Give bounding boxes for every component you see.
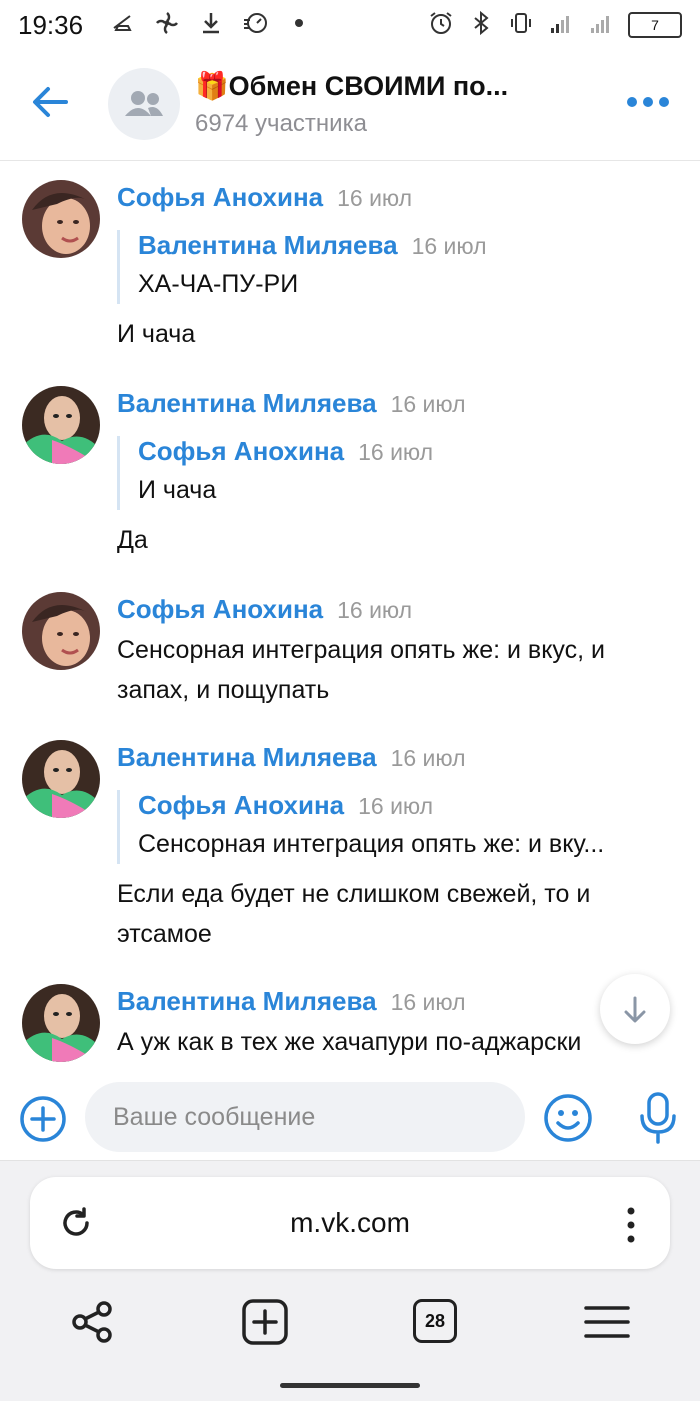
microphone-icon[interactable] xyxy=(636,1090,680,1146)
message-text: А уж как в тех же хачапури по-аджарски xyxy=(117,1028,582,1056)
browser-toolbar: m.vk.com 28 xyxy=(0,1160,700,1401)
download-icon xyxy=(203,13,219,34)
scroll-down-button[interactable] xyxy=(600,974,670,1044)
address-bar[interactable]: m.vk.com xyxy=(30,1177,670,1269)
chat-header: 🎁Обмен СВОИМИ по... 6974 участника xyxy=(0,50,700,161)
message: Софья Анохина 16 июл Сенсорная интеграция… xyxy=(0,592,700,712)
message-text: Да xyxy=(117,526,148,554)
quote-text: Сенсорная интеграция опять же: и вку... xyxy=(138,830,605,858)
quote-author: Софья Анохина 16 июл xyxy=(138,436,434,466)
message-author[interactable]: Софья Анохина 16 июл xyxy=(117,182,412,213)
reply-quote[interactable]: Софья Анохина 16 июл И чача xyxy=(117,436,680,510)
message-date: 16 июл xyxy=(390,745,466,771)
emoji-icon[interactable] xyxy=(542,1092,594,1144)
more-dots-icon[interactable] xyxy=(626,90,670,114)
speed-icon xyxy=(244,13,267,33)
signal-icon xyxy=(551,16,569,33)
add-attachment-icon[interactable] xyxy=(18,1094,68,1144)
avatar-valentina[interactable] xyxy=(22,740,100,818)
reply-quote[interactable]: Валентина Миляева 16 июл ХА-ЧА-ПУ-РИ xyxy=(117,230,680,304)
message-composer: Ваше сообщение xyxy=(0,1082,700,1160)
hamburger-menu-icon[interactable] xyxy=(582,1297,632,1347)
message: Валентина Миляева 16 июл А уж как в тех ж… xyxy=(0,984,700,1082)
message: Валентина Миляева 16 июл Софья Анохина 16 … xyxy=(0,740,700,970)
tabs-count-button[interactable]: 28 xyxy=(413,1299,457,1343)
quote-author: Валентина Миляева 16 июл xyxy=(138,230,487,260)
vibrate-icon xyxy=(511,13,531,33)
alarm-icon xyxy=(430,12,452,34)
message-text: Сенсорная интеграция опять же: и вкус, и… xyxy=(117,636,605,704)
quote-author: Софья Анохина 16 июл xyxy=(138,790,434,820)
message-text: Если еда будет не слишком свежей, то и э… xyxy=(117,880,591,948)
arrow-down-icon xyxy=(624,996,646,1023)
message-date: 16 июл xyxy=(337,597,413,623)
avatar-sofya[interactable] xyxy=(22,592,100,670)
quote-text: И чача xyxy=(138,476,217,504)
dot-icon xyxy=(295,19,303,27)
status-time: 19:36 xyxy=(18,10,84,40)
avatar-sofya[interactable] xyxy=(22,180,100,258)
message-date: 16 июл xyxy=(390,391,466,417)
chat-avatar[interactable] xyxy=(108,68,180,140)
share-icon[interactable] xyxy=(68,1297,118,1347)
avatar-valentina[interactable] xyxy=(22,984,100,1062)
chat-title[interactable]: 🎁Обмен СВОИМИ по... xyxy=(195,70,595,102)
message-list[interactable]: Софья Анохина 16 июл Валентина Миляева 16 … xyxy=(0,162,700,1082)
message-date: 16 июл xyxy=(337,185,413,211)
home-indicator[interactable] xyxy=(280,1383,420,1388)
signal-icon-2 xyxy=(591,16,609,33)
reply-quote[interactable]: Софья Анохина 16 июл Сенсорная интеграция… xyxy=(117,790,680,864)
quote-text: ХА-ЧА-ПУ-РИ xyxy=(138,270,299,298)
message-author[interactable]: Валентина Миляева 16 июл xyxy=(117,388,466,419)
message: Валентина Миляева 16 июл Софья Анохина 16 … xyxy=(0,386,700,576)
message-author[interactable]: Софья Анохина 16 июл xyxy=(117,594,412,625)
message: Софья Анохина 16 июл Валентина Миляева 16 … xyxy=(0,180,700,370)
message-author[interactable]: Валентина Миляева 16 июл xyxy=(117,986,466,1017)
bluetooth-icon xyxy=(474,10,489,36)
group-icon xyxy=(125,91,163,116)
back-arrow-icon[interactable] xyxy=(28,80,72,124)
message-text: И чача xyxy=(117,320,196,348)
message-date: 16 июл xyxy=(390,989,466,1015)
url-text[interactable]: m.vk.com xyxy=(30,1207,670,1239)
avatar-valentina[interactable] xyxy=(22,386,100,464)
new-tab-icon[interactable] xyxy=(240,1297,290,1347)
member-count: 6974 участника xyxy=(195,110,367,137)
message-input[interactable]: Ваше сообщение xyxy=(85,1082,525,1152)
status-bar: 19:36 7 xyxy=(0,0,700,50)
battery-icon: 7 xyxy=(628,12,682,38)
fan-icon xyxy=(156,12,178,34)
kebab-menu-icon[interactable] xyxy=(626,1205,636,1245)
message-author[interactable]: Валентина Миляева 16 июл xyxy=(117,742,466,773)
cleaner-icon xyxy=(113,15,132,31)
